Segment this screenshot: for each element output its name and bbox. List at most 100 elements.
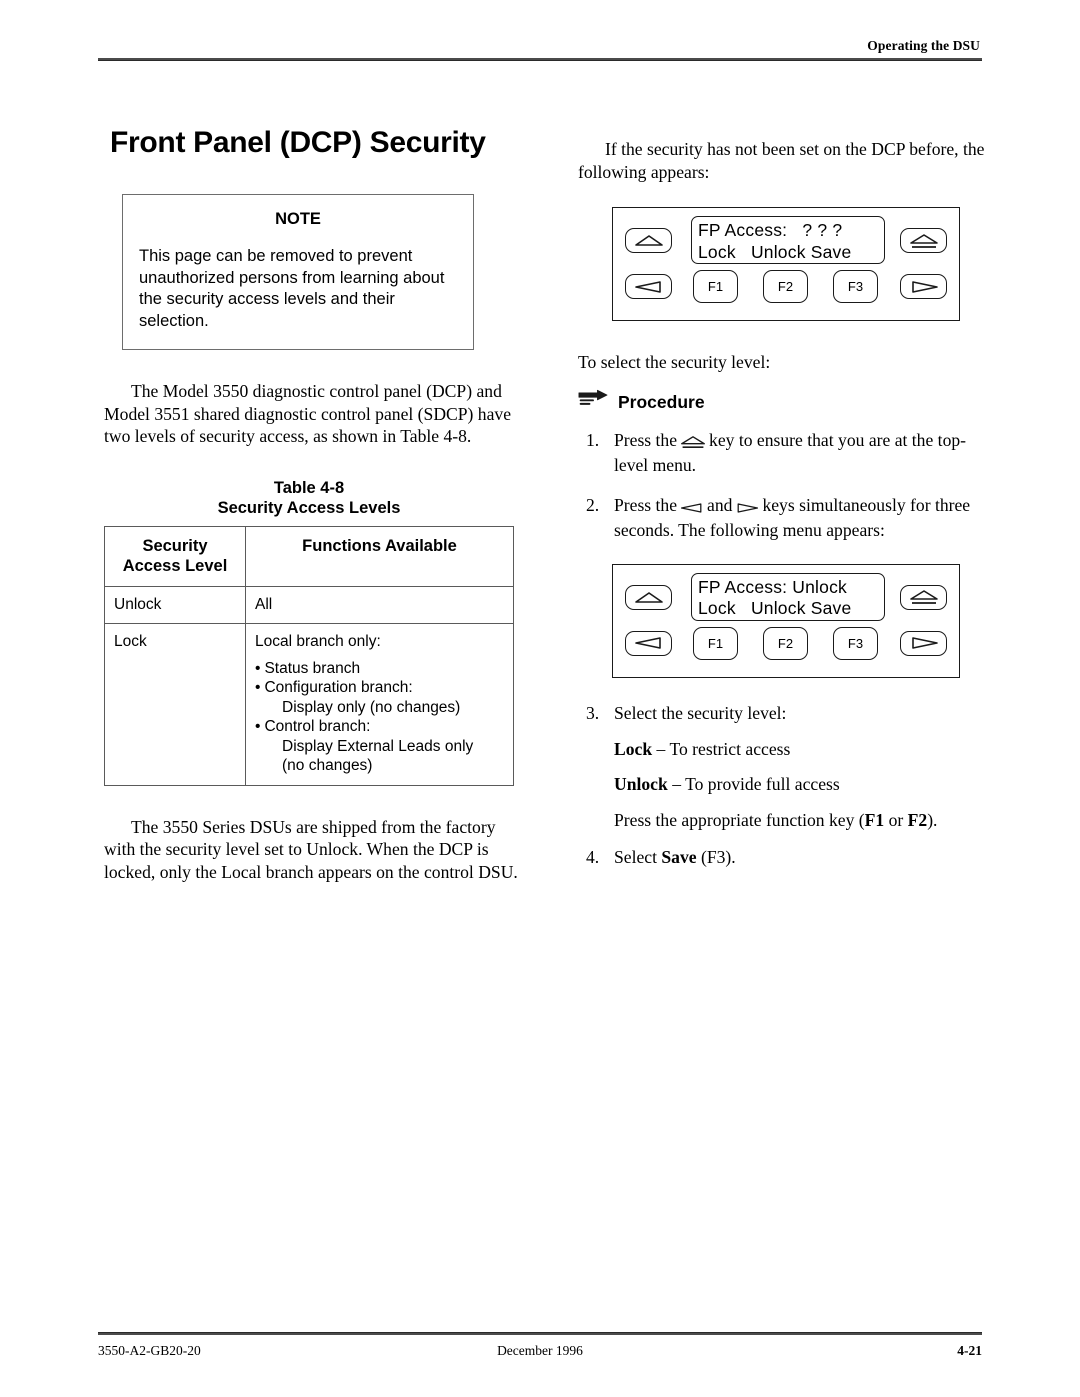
dcp-front-panel-1: FP Access: ? ? ? Lock Unlock Save F1 F2 …: [612, 207, 960, 321]
footer-document-number: 3550-A2-GB20-20: [98, 1343, 201, 1358]
security-access-levels-table: Security Access Level Functions Availabl…: [104, 525, 514, 786]
lcd-display-1: FP Access: ? ? ? Lock Unlock Save: [691, 216, 885, 264]
function-key-f1[interactable]: F1: [693, 270, 738, 303]
closing-paragraph: The 3550 Series DSUs are shipped from th…: [104, 816, 518, 882]
function-key-f1-label: F1: [707, 635, 724, 651]
note-body: This page can be removed to prevent unau…: [139, 247, 445, 330]
list-item-text: Control branch:: [264, 718, 371, 735]
left-arrow-key[interactable]: [625, 630, 672, 656]
up-arrow-icon: [634, 235, 663, 246]
table-header-functions-available: Functions Available: [245, 525, 514, 587]
function-key-f1[interactable]: F1: [693, 626, 738, 660]
left-arrow-key[interactable]: [625, 274, 672, 299]
procedure-steps-continued: 3. Select the security level:: [578, 702, 990, 725]
footer-rule: [98, 1332, 982, 1335]
procedure-step-4: 4. Select Save (F3).: [578, 846, 990, 869]
procedure-step-3: 3. Select the security level:: [578, 702, 990, 725]
table-caption: Table 4-8 Security Access Levels: [104, 478, 514, 518]
press-key-f2: F2: [907, 810, 928, 830]
function-key-f3[interactable]: F3: [833, 626, 878, 660]
lcd-line-1: FP Access: ? ? ?: [698, 220, 843, 240]
right-arrow-key-glyph: [735, 497, 759, 520]
up-arrow-icon: [634, 591, 663, 603]
step-text-middle: and: [707, 494, 733, 515]
bullet-glyph: •: [255, 718, 261, 735]
table-row: Lock Local branch only: • Status branch •…: [104, 623, 514, 786]
intro-paragraph: The Model 3550 diagnostic control panel …: [104, 381, 512, 446]
option-desc-unlock: To provide full access: [685, 773, 840, 794]
function-key-f3-label: F3: [847, 279, 864, 294]
footer-page-number: 4-21: [957, 1343, 982, 1358]
right-arrow-key[interactable]: [900, 274, 947, 299]
pointing-hand-icon: [578, 389, 608, 405]
right-column: If the security has not been set on the …: [578, 138, 990, 868]
list-item: • Status branch: [255, 659, 508, 679]
step-text: Select the security level:: [614, 702, 787, 723]
left-arrow-icon: [634, 637, 661, 649]
list-item-text: Configuration branch:: [264, 679, 413, 696]
procedure-step-4-wrapper: 4. Select Save (F3).: [578, 846, 990, 869]
step-number: 2.: [586, 494, 600, 515]
option-term-lock: Lock: [614, 739, 653, 759]
function-key-f2[interactable]: F2: [763, 270, 808, 303]
option-desc-lock: To restrict access: [669, 739, 791, 759]
right-intro-paragraph: If the security has not been set on the …: [578, 139, 985, 182]
option-dash: –: [656, 739, 666, 759]
function-key-f1-label: F1: [707, 279, 724, 294]
step4-suffix: (F3).: [696, 846, 736, 867]
step-number: 4.: [586, 846, 600, 867]
step4-bold-save: Save: [661, 846, 697, 867]
press-prefix: Press the appropriate function key (: [614, 810, 865, 830]
procedure-step-2: 2. Press the and keys simultaneously for th…: [578, 494, 990, 542]
step4-prefix: Select: [614, 846, 662, 867]
table-row: Unlock All: [104, 585, 514, 624]
lcd-line-2: Lock Unlock Save: [698, 241, 852, 262]
table-header-security-access-level: Security Access Level: [104, 525, 246, 587]
security-level-option-unlock: Unlock – To provide full access: [578, 773, 990, 796]
lcd-line-1: FP Access: Unlock: [698, 576, 847, 597]
option-dash: –: [672, 773, 681, 794]
list-item-subtext: Display External Leads only (no changes): [282, 737, 474, 775]
left-arrow-icon: [634, 280, 661, 293]
note-box: NOTE This page can be removed to prevent…: [122, 194, 474, 350]
bullet-glyph: •: [255, 679, 261, 696]
page-header: Operating the DSU: [98, 38, 982, 61]
lcd-display-2: FP Access: Unlock Lock Unlock Save: [691, 572, 885, 621]
press-suffix: ).: [927, 810, 938, 830]
top-level-key[interactable]: [900, 584, 947, 610]
procedure-heading: Procedure: [578, 389, 990, 412]
cell-functions-lock: Local branch only: • Status branch • Confi…: [245, 623, 514, 786]
up-arrow-key[interactable]: [625, 228, 672, 253]
function-key-f3[interactable]: F3: [833, 270, 878, 303]
security-level-option-lock: Lock – To restrict access: [578, 738, 990, 761]
step-number: 1.: [586, 429, 600, 450]
table-caption-title: Security Access Levels: [217, 498, 401, 517]
running-header-title: Operating the DSU: [867, 38, 980, 53]
right-arrow-icon: [911, 280, 938, 293]
table-caption-number: Table 4-8: [273, 478, 345, 497]
function-key-f2[interactable]: F2: [763, 626, 808, 660]
left-column: Front Panel (DCP) Security NOTE This pag…: [104, 126, 524, 883]
top-level-key-glyph: [680, 432, 706, 455]
up-arrow-key[interactable]: [625, 584, 672, 610]
right-arrow-icon: [911, 637, 938, 649]
press-key-f1: F1: [864, 810, 885, 830]
cell-level-unlock: Unlock: [104, 585, 246, 624]
header-rule: [98, 58, 982, 61]
top-level-key[interactable]: [900, 228, 947, 253]
page-title: Front Panel (DCP) Security: [110, 126, 486, 159]
right-arrow-key[interactable]: [900, 630, 947, 656]
top-level-home-icon: [909, 590, 938, 604]
table-header-row: Security Access Level Functions Availabl…: [104, 525, 514, 587]
top-level-home-icon: [909, 233, 938, 248]
step-text-before: Press the: [614, 429, 678, 450]
procedure-step-1: 1. Press the key to ensure that you are at…: [578, 429, 990, 477]
functions-list: • Status branch • Configuration branch: Di…: [255, 659, 508, 776]
function-key-f3-label: F3: [847, 635, 864, 651]
lcd-line-2: Lock Unlock Save: [698, 598, 852, 618]
header-line-2: Access Level: [122, 556, 228, 575]
function-key-f2-label: F2: [777, 279, 794, 294]
procedure-steps: 1. Press the key to ensure that you are at…: [578, 429, 990, 542]
note-title: NOTE: [275, 210, 321, 228]
procedure-heading-label: Procedure: [618, 391, 705, 412]
